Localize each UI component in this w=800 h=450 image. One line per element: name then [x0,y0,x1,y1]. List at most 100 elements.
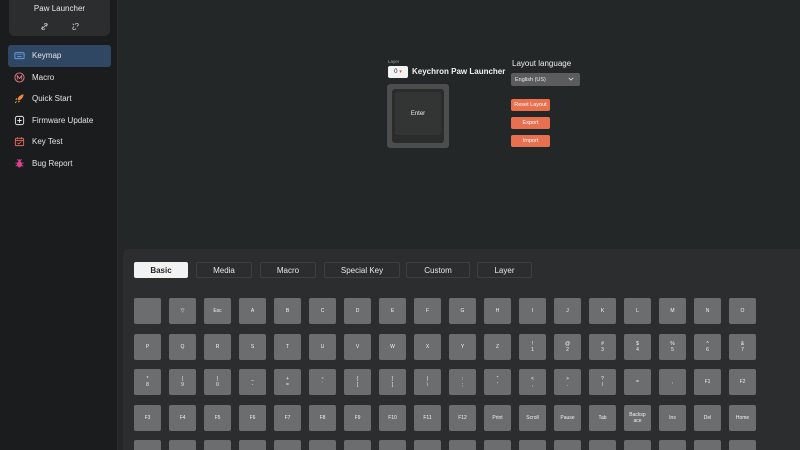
key-button[interactable]: ^ 6 [694,333,721,360]
key-button[interactable]: S [239,333,266,360]
import-button[interactable]: Import [511,135,550,147]
key-button[interactable]: Caps [274,440,301,450]
key-button[interactable]: Del [694,404,721,431]
key-button[interactable]: F7 [274,404,301,431]
sidebar-item-firmware-update[interactable]: Firmware Update [8,110,111,132]
key-button[interactable]: * 8 [134,369,161,395]
key-button[interactable]: H [484,298,511,324]
key-button[interactable]: ! 1 [519,333,546,360]
key-button[interactable] [694,440,721,450]
key-button[interactable]: F11 [414,404,441,431]
sidebar-item-bug-report[interactable]: Bug Report [8,153,111,175]
key-button[interactable] [414,440,441,450]
key-button[interactable]: E [379,298,406,324]
key-button[interactable] [204,440,231,450]
key-button[interactable]: R [204,333,231,360]
tab-layer[interactable]: Layer [477,262,532,278]
key-button[interactable]: ▽ [169,298,196,324]
key-button[interactable] [239,440,266,450]
key-button[interactable] [484,440,511,450]
key-button[interactable]: % 5 [659,333,686,360]
key-button[interactable]: F8 [309,404,336,431]
key-button[interactable]: _ - [239,369,266,395]
key-button[interactable] [449,440,476,450]
key-button[interactable]: G [449,298,476,324]
key-button[interactable]: O [729,298,756,324]
key-button[interactable]: Scroll [519,404,546,431]
key-button[interactable] [379,440,406,450]
key-button[interactable]: }] [379,369,406,395]
key-button[interactable]: X [414,333,441,360]
tab-custom[interactable]: Custom [406,262,470,278]
key-button[interactable]: P [134,333,161,360]
unlink-icon[interactable] [71,23,79,30]
key-button[interactable]: = [624,369,651,395]
key-button[interactable]: B [274,298,301,324]
key-button[interactable]: , [659,369,686,395]
key-button[interactable]: (9 [169,369,196,395]
key-button[interactable] [169,440,196,450]
key-button[interactable]: Ins [659,404,686,431]
key-button[interactable]: @2 [554,333,581,360]
key-button[interactable]: Q [169,333,196,360]
key-button[interactable]: F1 [694,369,721,395]
layer-select[interactable]: 0 ▾ [388,66,408,78]
key-button[interactable]: >. [554,369,581,395]
key-button[interactable]: D [344,298,371,324]
key-button[interactable]: ~ ` [309,369,336,395]
key-button[interactable]: :; [449,369,476,395]
layout-language-select[interactable]: English (US) [511,73,580,86]
key-button[interactable] [309,440,336,450]
key-button[interactable]: U [309,333,336,360]
key-button[interactable]: Z [484,333,511,360]
tab-basic[interactable]: Basic [134,262,188,278]
key-button[interactable]: F9 [344,404,371,431]
key-button[interactable] [134,440,161,450]
key-button[interactable]: F6 [239,404,266,431]
sidebar-item-macro[interactable]: Macro [8,67,111,89]
key-button[interactable]: L [624,298,651,324]
key-button[interactable] [134,298,161,324]
selected-key-preview[interactable]: Enter [387,84,449,148]
key-button[interactable]: T [274,333,301,360]
key-button[interactable]: J [554,298,581,324]
key-button[interactable] [554,440,581,450]
key-button[interactable]: ? / [589,369,616,395]
reset-layout-button[interactable]: Reset Layout [511,99,550,111]
key-button[interactable]: F12 [449,404,476,431]
key-button[interactable]: Backsp ace [624,404,651,431]
key-button[interactable]: F10 [379,404,406,431]
tab-macro[interactable]: Macro [260,262,316,278]
sidebar-item-quick-start[interactable]: Quick Start [8,88,111,110]
key-button[interactable]: Home [729,404,756,431]
sidebar-item-keymap[interactable]: Keymap [8,45,111,67]
key-button[interactable]: C [309,298,336,324]
key-button[interactable]: F4 [169,404,196,431]
key-button[interactable] [344,440,371,450]
link-icon[interactable] [40,23,48,30]
key-button[interactable]: F5 [204,404,231,431]
key-button[interactable]: {[ [344,369,371,395]
key-button[interactable]: W [379,333,406,360]
key-button[interactable]: F2 [729,369,756,395]
key-button[interactable]: K [589,298,616,324]
key-button[interactable] [659,440,686,450]
key-button[interactable]: <, [519,369,546,395]
key-button[interactable]: " ' [484,369,511,395]
tab-media[interactable]: Media [196,262,252,278]
export-button[interactable]: Export [511,117,550,129]
key-button[interactable]: & 7 [729,333,756,360]
key-button[interactable] [624,440,651,450]
key-button[interactable]: + = [274,369,301,395]
key-button[interactable]: ) 0 [204,369,231,395]
key-button[interactable]: V [344,333,371,360]
key-button[interactable]: F [414,298,441,324]
key-button[interactable]: M [659,298,686,324]
tab-special-key[interactable]: Special Key [324,262,400,278]
sidebar-item-key-test[interactable]: Key Test [8,131,111,153]
key-button[interactable]: F3 [134,404,161,431]
key-button[interactable]: Esc [204,298,231,324]
key-button[interactable]: I [519,298,546,324]
key-button[interactable] [519,440,546,450]
key-button[interactable]: Print [484,404,511,431]
